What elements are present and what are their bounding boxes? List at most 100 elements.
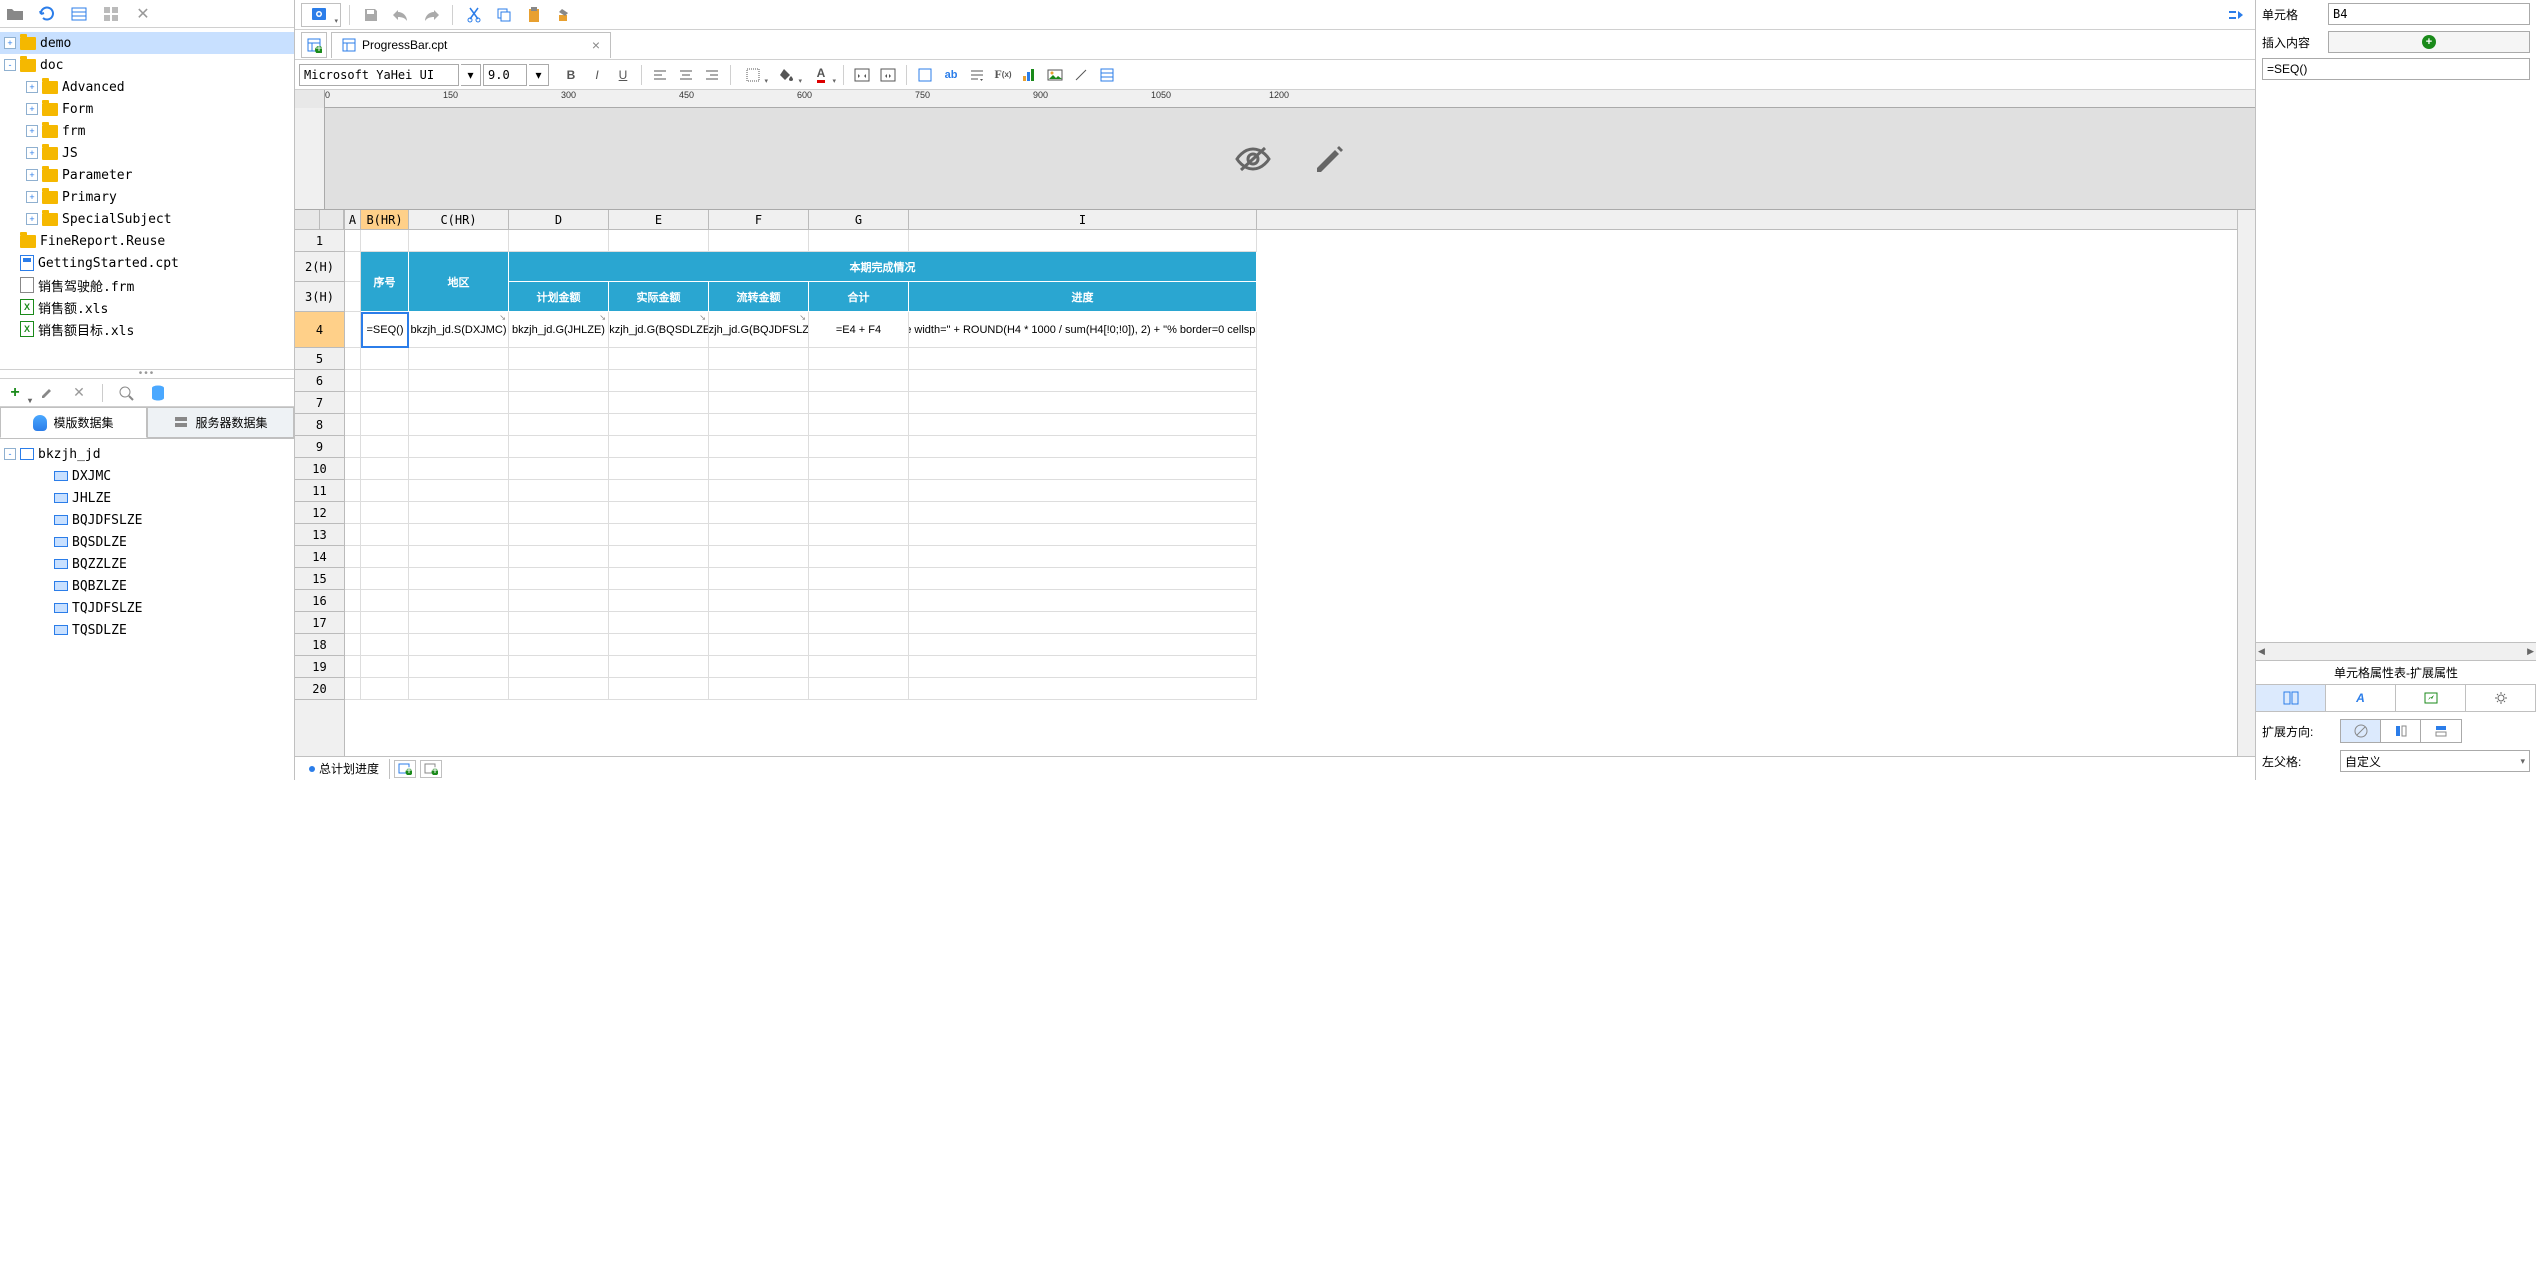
present-attr-tab[interactable] [2396,685,2466,711]
delete-dataset-icon[interactable]: ✕ [70,384,88,402]
grid-cell[interactable] [509,612,609,634]
grid-cell[interactable] [361,458,409,480]
row-header[interactable]: 3(H) [295,282,344,312]
tree-item[interactable]: 销售额.xls [0,296,294,318]
grid-cell[interactable] [609,230,709,252]
grid-cell[interactable] [361,230,409,252]
collapse-right-icon[interactable] [2223,3,2249,27]
row-header[interactable]: 7 [295,392,344,414]
grid-cell[interactable] [409,524,509,546]
expander-icon[interactable]: + [26,81,38,93]
column-header[interactable]: C(HR) [409,210,509,229]
grid-cell[interactable]: 进度 [909,282,1257,312]
grid-cell[interactable] [709,458,809,480]
grid-cell[interactable] [345,656,361,678]
grid-cell[interactable] [809,502,909,524]
tree-item[interactable]: -doc [0,54,294,76]
grid-cell[interactable] [345,568,361,590]
grid-cell[interactable] [345,230,361,252]
grid-cell[interactable] [409,348,509,370]
expander-icon[interactable]: + [26,191,38,203]
expander-icon[interactable]: + [26,103,38,115]
grid-cell[interactable] [609,590,709,612]
grid-cell[interactable] [809,590,909,612]
grid-cell[interactable]: bkzjh_jd.G(BQSDLZE)↘ [609,312,709,348]
grid-cell[interactable] [809,612,909,634]
grid-cell[interactable] [709,656,809,678]
row-header[interactable]: 6 [295,370,344,392]
grid-cell[interactable] [409,502,509,524]
column-header[interactable]: F [709,210,809,229]
list-view-icon[interactable] [70,5,88,23]
left-parent-select[interactable]: 自定义 [2340,750,2530,772]
grid-cell[interactable] [509,230,609,252]
grid-cell[interactable] [709,502,809,524]
sheet-tab[interactable]: 总计划进度 [299,759,390,779]
row-header[interactable]: 8 [295,414,344,436]
grid-cell[interactable] [709,524,809,546]
grid-cell[interactable] [409,590,509,612]
grid-cell[interactable] [345,370,361,392]
expand-vertical-button[interactable] [2381,720,2421,742]
grid-cell[interactable] [345,282,361,312]
grid-cell[interactable] [409,370,509,392]
grid-cell[interactable] [509,480,609,502]
row-header[interactable]: 15 [295,568,344,590]
grid-cell[interactable] [809,348,909,370]
dataset-tree[interactable]: -bkzjh_jdDXJMCJHLZEBQJDFSLZEBQSDLZEBQZZL… [0,439,294,780]
vertical-ruler[interactable] [295,108,325,209]
grid-cell[interactable] [409,568,509,590]
file-tab[interactable]: ProgressBar.cpt × [331,32,611,58]
undo-icon[interactable] [388,3,414,27]
paste-icon[interactable] [521,3,547,27]
row-header[interactable]: 17 [295,612,344,634]
grid-cell[interactable] [609,392,709,414]
grid-cell[interactable] [345,348,361,370]
grid-cell[interactable] [609,480,709,502]
grid-cell[interactable] [709,480,809,502]
expander-icon[interactable]: + [26,169,38,181]
cell-ref-input[interactable] [2328,3,2530,25]
cut-icon[interactable] [461,3,487,27]
hidden-icon[interactable] [1233,144,1273,174]
dataset-tree-item[interactable]: BQSDLZE [0,531,294,553]
formula-input[interactable]: =SEQ() [2262,58,2530,80]
font-family-select[interactable] [299,64,459,86]
file-tree[interactable]: +demo-doc+Advanced+Form+frm+JS+Parameter… [0,28,294,369]
grid-cell[interactable] [509,590,609,612]
grid-cell[interactable] [909,414,1257,436]
grid-cell[interactable] [709,612,809,634]
grid-cell[interactable] [909,612,1257,634]
grid-cell[interactable] [609,436,709,458]
grid-cell[interactable] [809,546,909,568]
tab-close-icon[interactable]: × [592,37,600,53]
sheet-menu-button[interactable]: + [420,760,442,778]
chart-icon[interactable] [1017,64,1041,86]
open-folder-icon[interactable] [6,5,24,23]
expand-attr-tab[interactable] [2256,685,2326,711]
tree-item[interactable]: +SpecialSubject [0,208,294,230]
spreadsheet-grid[interactable]: 12(H)3(H)4567891011121314151617181920 AB… [295,210,2255,756]
cell-element-icon[interactable] [913,64,937,86]
grid-cell[interactable] [345,458,361,480]
grid-cell[interactable] [361,546,409,568]
grid-cell[interactable] [509,546,609,568]
dataset-tree-item[interactable]: -bkzjh_jd [0,443,294,465]
grid-cell[interactable] [409,436,509,458]
grid-cell[interactable] [509,458,609,480]
column-header[interactable]: G [809,210,909,229]
tree-item[interactable]: +frm [0,120,294,142]
select-all-corner[interactable] [295,210,344,230]
grid-cell[interactable] [609,370,709,392]
expander-icon[interactable]: + [4,37,16,49]
fill-color-icon[interactable] [771,64,803,86]
preview-icon[interactable]: ▾ [301,3,341,27]
grid-cell[interactable] [361,480,409,502]
grid-cell[interactable] [709,392,809,414]
row-header[interactable]: 14 [295,546,344,568]
grid-cell[interactable] [909,436,1257,458]
grid-cell[interactable] [409,230,509,252]
grid-cell[interactable] [361,370,409,392]
grid-cell[interactable] [609,656,709,678]
grid-cell[interactable] [409,634,509,656]
